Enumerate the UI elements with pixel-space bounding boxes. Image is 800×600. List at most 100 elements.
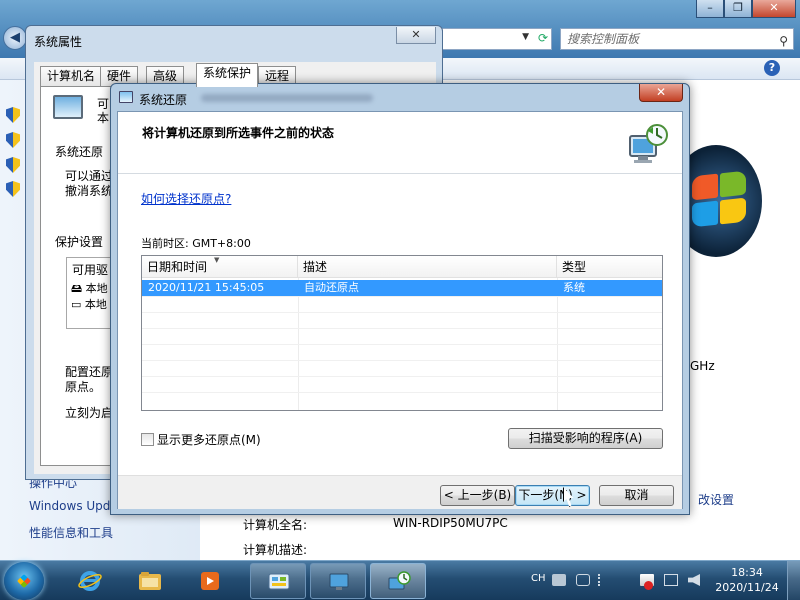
search-icon[interactable]: ⚲ (779, 31, 788, 51)
drive-item-label: 本地 (85, 282, 108, 295)
clock-date: 2020/11/24 (715, 581, 779, 594)
system-restore-title-icon (119, 91, 133, 103)
cancel-button[interactable]: 取消 (599, 485, 674, 506)
network-icon[interactable] (664, 574, 678, 586)
taskbar-system-restore[interactable] (370, 563, 426, 599)
minimize-button[interactable]: – (696, 0, 724, 18)
system-properties-close-button[interactable]: ✕ (396, 27, 436, 44)
grid-line (142, 296, 662, 297)
address-dropdown-icon[interactable]: ▼ (522, 32, 529, 42)
back-button[interactable]: ◀ (3, 26, 27, 50)
title-glass-blur (201, 94, 373, 102)
column-datetime-label: 日期和时间 (147, 260, 208, 274)
maximize-button[interactable]: ❐ (724, 0, 752, 18)
window-controls: – ❐ ✕ (696, 0, 796, 18)
checkbox-box[interactable] (141, 433, 154, 446)
restore-text: 撤消系统 (65, 184, 114, 198)
volume-icon[interactable] (688, 574, 700, 586)
computer-icon (329, 573, 349, 590)
wizard-footer: < 上一步(B) 下一步(N) > 取消 (118, 475, 682, 509)
column-description[interactable]: 描述 (298, 256, 557, 278)
language-indicator[interactable]: CH (531, 573, 546, 584)
tab-system-protection[interactable]: 系统保护 (196, 63, 259, 87)
clock-time: 18:34 (731, 566, 763, 579)
logo-quadrant (692, 173, 718, 201)
table-row[interactable]: 2020/11/21 15:45:05 自动还原点 系统 (142, 280, 662, 296)
system-restore-close-button[interactable]: ✕ (639, 84, 683, 102)
drive-item[interactable]: ▭ 本地 (71, 296, 107, 312)
internet-explorer-icon (78, 571, 102, 591)
close-button[interactable]: ✕ (752, 0, 796, 18)
section-protection-settings: 保护设置 (55, 235, 104, 249)
grid-line (142, 344, 662, 345)
create-text: 立刻为启 (65, 406, 114, 420)
taskbar: CH 18:34 2020/11/24 (0, 560, 800, 600)
intro-fragment: 本 (97, 111, 110, 125)
section-system-restore: 系统还原 (55, 145, 104, 159)
grid-line (142, 328, 662, 329)
tab-computer-name[interactable]: 计算机名 (40, 66, 103, 86)
grid-line (142, 312, 662, 313)
system-restore-titlebar: 系统还原 ✕ (111, 84, 689, 110)
start-button[interactable] (4, 562, 44, 600)
control-panel-icon (268, 573, 290, 590)
change-settings-link[interactable]: 改设置 (698, 491, 734, 508)
see-also-performance[interactable]: 性能信息和工具 (29, 524, 113, 541)
grid-line (142, 376, 662, 377)
back-button[interactable]: < 上一步(B) (440, 485, 515, 506)
restore-points-table[interactable]: ▼ 日期和时间 描述 类型 2020/11/21 15:45:05 自动还原点 … (141, 255, 663, 411)
timezone-label: 当前时区: GMT+8:00 (141, 237, 251, 250)
taskbar-explorer[interactable] (122, 563, 178, 599)
media-player-icon (201, 572, 219, 590)
show-desktop-button[interactable] (787, 561, 800, 600)
keyboard-icon[interactable] (552, 574, 566, 586)
sort-ascending-icon: ▼ (214, 256, 220, 264)
show-more-checkbox[interactable]: 显示更多还原点(M) (141, 431, 261, 448)
drive-list-header: 可用驱 (72, 263, 109, 277)
show-more-label: 显示更多还原点(M) (157, 433, 261, 447)
tray-settings-icon[interactable] (598, 574, 608, 586)
alert-badge-icon (644, 581, 653, 590)
row-description: 自动还原点 (304, 281, 359, 294)
refresh-icon[interactable]: ⟳ (538, 31, 548, 45)
system-restore-icon (629, 124, 668, 163)
wizard-header: 将计算机还原到所选事件之前的状态 (118, 112, 682, 174)
scan-affected-programs-button[interactable]: 扫描受影响的程序(A) (508, 428, 663, 449)
computer-shield-icon (53, 95, 83, 119)
configure-text: 原点。 (65, 380, 102, 394)
grid-line (142, 392, 662, 393)
system-restore-title: 系统还原 (139, 93, 188, 107)
column-datetime[interactable]: ▼ 日期和时间 (142, 256, 298, 278)
help-icon[interactable]: ? (764, 60, 780, 76)
wizard-content: 如何选择还原点? 当前时区: GMT+8:00 ▼ 日期和时间 描述 类型 20… (118, 175, 682, 475)
windows-flag-icon (17, 574, 31, 588)
input-method-icon[interactable] (576, 574, 590, 586)
grid-line (142, 360, 662, 361)
clock[interactable]: 18:34 2020/11/24 (712, 565, 782, 595)
column-type[interactable]: 类型 (557, 256, 662, 278)
folder-icon (139, 572, 161, 590)
logo-quadrant (692, 200, 718, 228)
logo-quadrant (720, 170, 746, 198)
system-properties-title: 系统属性 (34, 35, 83, 49)
description-label: 计算机描述: (243, 543, 308, 557)
cpu-speed-fragment: GHz (690, 359, 715, 373)
drive-item-label: 本地 (84, 298, 107, 311)
system-restore-icon (388, 571, 411, 590)
row-type: 系统 (563, 281, 585, 294)
taskbar-system-properties[interactable] (310, 563, 366, 599)
next-button[interactable]: 下一步(N) > (515, 485, 590, 506)
taskbar-ie[interactable] (62, 563, 118, 599)
taskbar-media-player[interactable] (182, 563, 238, 599)
row-datetime: 2020/11/21 15:45:05 (148, 281, 265, 294)
system-restore-body: 将计算机还原到所选事件之前的状态 如何选择还原点? 当前时区: GMT+8:00… (117, 111, 683, 509)
how-to-choose-link[interactable]: 如何选择还原点? (141, 190, 231, 207)
taskbar-control-panel[interactable] (250, 563, 306, 599)
logo-quadrant (720, 197, 746, 225)
full-name-label: 计算机全名: (243, 518, 308, 532)
address-bar[interactable]: ▼ ⟳ (440, 28, 552, 50)
wizard-heading: 将计算机还原到所选事件之前的状态 (142, 126, 335, 140)
search-placeholder: 搜索控制面板 (567, 32, 640, 46)
full-name-value: WIN-RDIP50MU7PC (393, 516, 508, 530)
search-input[interactable]: 搜索控制面板 ⚲ (560, 28, 794, 50)
